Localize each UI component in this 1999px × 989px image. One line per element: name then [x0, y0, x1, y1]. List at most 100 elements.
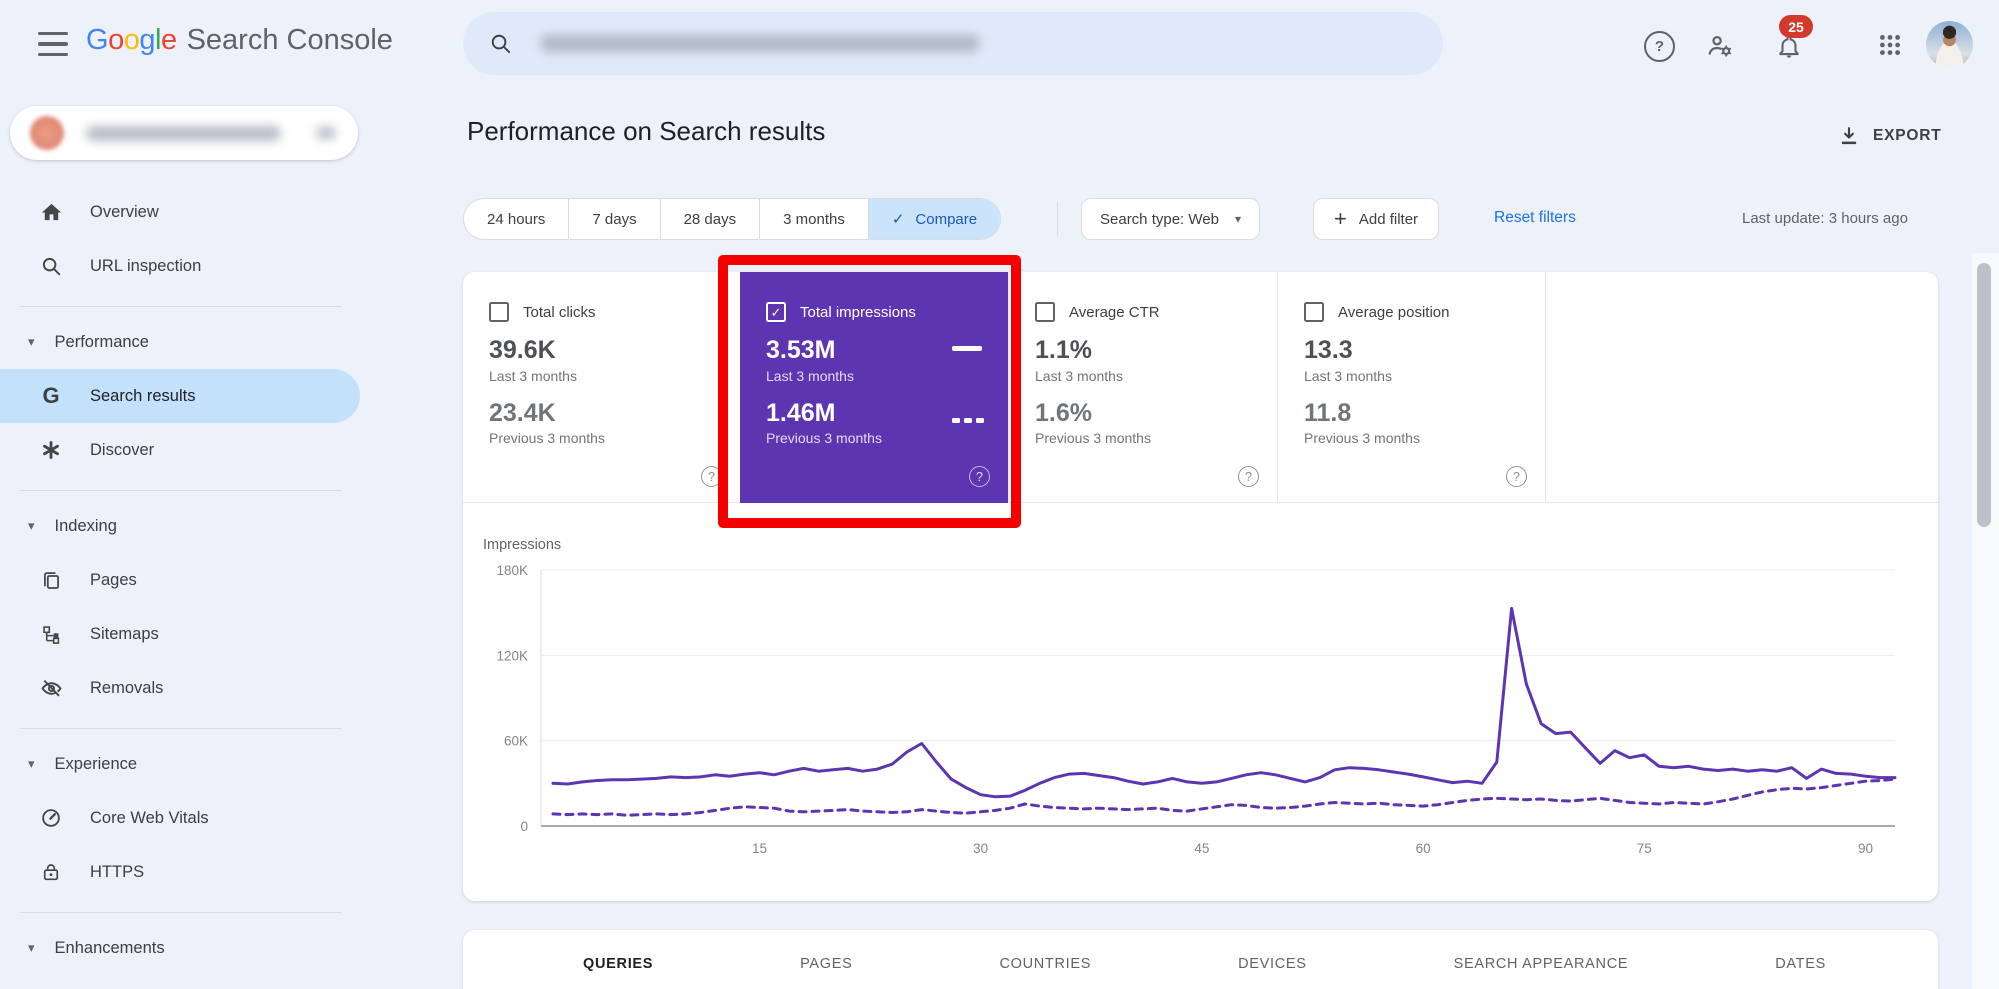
compare-button[interactable]: ✓ Compare [867, 199, 1001, 239]
chevron-down-icon: ▾ [28, 940, 35, 955]
section-label: Performance [54, 332, 149, 351]
metric-card-average-position[interactable]: Average position 13.3 Last 3 months 11.8… [1277, 272, 1546, 503]
tab-countries[interactable]: COUNTRIES [999, 956, 1091, 972]
metric-previous-value: 23.4K [489, 398, 556, 427]
dashed-line-legend-icon [952, 418, 984, 423]
pages-icon [38, 570, 64, 591]
home-icon [38, 201, 64, 224]
property-avatar [30, 116, 64, 150]
help-icon[interactable]: ? [1238, 466, 1259, 487]
page-title: Performance on Search results [467, 116, 826, 146]
svg-text:60K: 60K [504, 734, 528, 749]
tab-pages[interactable]: PAGES [800, 956, 852, 972]
metric-current-value: 39.6K [489, 336, 556, 364]
svg-text:90: 90 [1858, 841, 1873, 856]
sidebar-item-core-web-vitals[interactable]: Core Web Vitals [0, 791, 362, 845]
range-7-days-button[interactable]: 7 days [568, 199, 659, 239]
chevron-down-icon: ▾ [28, 756, 35, 771]
google-g-icon: G [42, 383, 60, 408]
sidebar-item-discover[interactable]: Discover [0, 423, 362, 477]
tab-queries[interactable]: QUERIES [583, 956, 653, 972]
sidebar-section-performance[interactable]: ▾ Performance [0, 315, 362, 369]
sidebar-item-label: Discover [90, 440, 155, 459]
impressions-chart[interactable]: 0 60K 120K 180K 15 30 45 60 75 90 [463, 555, 1938, 865]
solid-line-legend-icon [952, 346, 982, 351]
hamburger-menu-icon[interactable] [38, 32, 68, 56]
metric-previous-value: 1.6% [1035, 398, 1092, 427]
sidebar: Overview URL inspection ▾ Performance G … [0, 88, 362, 989]
checkbox-unchecked-icon[interactable] [1035, 302, 1055, 322]
search-type-dropdown[interactable]: Search type: Web ▾ [1081, 198, 1260, 240]
svg-text:0: 0 [520, 819, 528, 834]
reset-filters-link[interactable]: Reset filters [1494, 209, 1576, 227]
metric-card-average-ctr[interactable]: Average CTR 1.1% Last 3 months 1.6% Prev… [1008, 272, 1277, 503]
sidebar-item-label: HTTPS [90, 862, 145, 881]
divider [20, 306, 342, 307]
range-28-days-button[interactable]: 28 days [659, 199, 760, 239]
vertical-scrollbar[interactable] [1972, 253, 1999, 989]
metric-current-period: Last 3 months [489, 367, 577, 384]
metric-card-total-impressions[interactable]: ✓ Total impressions 3.53M Last 3 months … [740, 272, 1008, 503]
speedometer-icon [38, 807, 64, 829]
sidebar-item-https[interactable]: HTTPS [0, 845, 362, 899]
range-24-hours-button[interactable]: 24 hours [464, 199, 568, 239]
property-selector-dropdown[interactable] [10, 106, 358, 160]
sidebar-item-search-results[interactable]: G Search results [0, 369, 360, 423]
checkbox-unchecked-icon[interactable] [1304, 302, 1324, 322]
sidebar-item-pages[interactable]: Pages [0, 553, 362, 607]
sidebar-item-label: URL inspection [90, 256, 202, 275]
sidebar-item-label: Core Web Vitals [90, 808, 209, 827]
svg-text:45: 45 [1194, 841, 1209, 856]
add-filter-button[interactable]: + Add filter [1313, 198, 1440, 240]
redacted-property-name [86, 125, 281, 141]
metric-previous-period: Previous 3 months [489, 430, 605, 446]
sidebar-item-overview[interactable]: Overview [0, 185, 362, 239]
sidebar-section-enhancements[interactable]: ▾ Enhancements [0, 921, 362, 975]
tab-search-appearance[interactable]: SEARCH APPEARANCE [1454, 956, 1629, 972]
help-icon[interactable]: ? [1644, 31, 1675, 62]
sidebar-item-sitemaps[interactable]: Sitemaps [0, 607, 362, 661]
svg-text:180K: 180K [496, 563, 528, 578]
scrollbar-thumb[interactable] [1977, 263, 1991, 527]
metric-previous-value: 11.8 [1304, 398, 1352, 427]
account-avatar[interactable] [1926, 21, 1973, 68]
metric-current-value: 13.3 [1304, 336, 1353, 364]
help-icon[interactable]: ? [701, 466, 722, 487]
section-label: Experience [54, 754, 138, 773]
apps-grid-icon[interactable] [1877, 32, 1903, 58]
user-settings-icon[interactable] [1706, 32, 1734, 60]
tab-devices[interactable]: DEVICES [1238, 956, 1307, 972]
google-wordmark: Google [86, 24, 177, 56]
chevron-down-icon: ▾ [28, 334, 35, 349]
export-button[interactable]: EXPORT [1838, 120, 1942, 152]
metric-previous-period: Previous 3 months [1304, 430, 1420, 446]
metric-previous-period: Previous 3 months [766, 430, 882, 446]
svg-text:120K: 120K [496, 648, 528, 663]
help-icon[interactable]: ? [969, 466, 990, 487]
help-icon[interactable]: ? [1506, 466, 1527, 487]
app-logo[interactable]: Google Search Console [86, 24, 393, 57]
chevron-down-icon [316, 127, 336, 139]
sitemap-tree-icon [38, 624, 64, 645]
tab-dates[interactable]: DATES [1775, 956, 1826, 972]
sidebar-nav: Overview URL inspection ▾ Performance G … [0, 185, 362, 975]
checkbox-checked-icon[interactable]: ✓ [766, 302, 786, 322]
app-name-label: Search Console [186, 24, 393, 56]
svg-text:30: 30 [973, 841, 988, 856]
check-icon: ✓ [891, 211, 905, 228]
sidebar-item-label: Sitemaps [90, 624, 159, 643]
global-search-input[interactable] [463, 12, 1443, 75]
range-3-months-button[interactable]: 3 months [759, 199, 868, 239]
sidebar-item-url-inspection[interactable]: URL inspection [0, 239, 362, 293]
checkbox-unchecked-icon[interactable] [489, 302, 509, 322]
divider [20, 728, 342, 729]
eye-off-icon [38, 677, 64, 700]
sidebar-item-label: Search results [90, 386, 196, 405]
metric-card-total-clicks[interactable]: Total clicks 39.6K Last 3 months 23.4K P… [463, 272, 740, 503]
sidebar-section-experience[interactable]: ▾ Experience [0, 737, 362, 791]
divider [20, 912, 342, 913]
sidebar-item-label: Pages [90, 570, 137, 589]
date-range-segmented-control: 24 hours 7 days 28 days 3 months ✓ Compa… [463, 198, 1002, 240]
sidebar-section-indexing[interactable]: ▾ Indexing [0, 499, 362, 553]
sidebar-item-removals[interactable]: Removals [0, 661, 362, 715]
